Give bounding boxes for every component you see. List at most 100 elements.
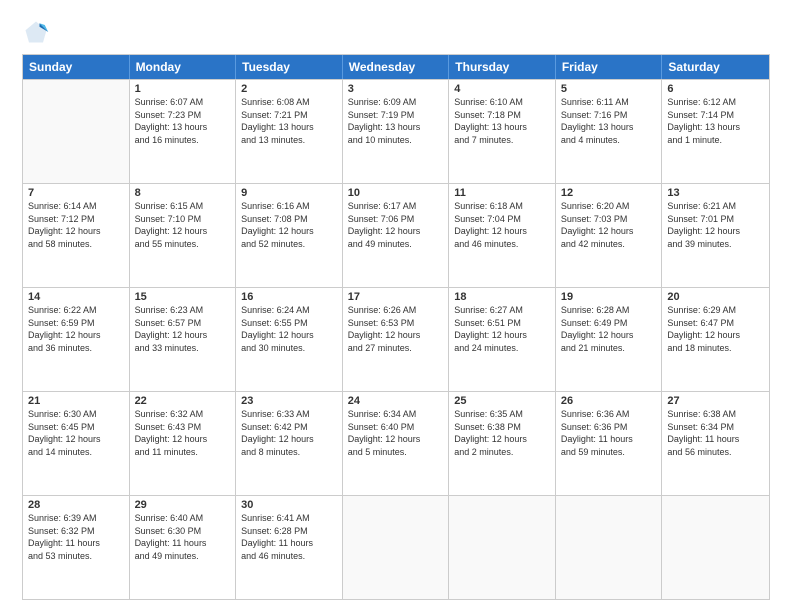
day-info: Sunrise: 6:17 AM Sunset: 7:06 PM Dayligh… <box>348 200 444 250</box>
day-cell-7: 7Sunrise: 6:14 AM Sunset: 7:12 PM Daylig… <box>23 184 130 287</box>
header-day-wednesday: Wednesday <box>343 55 450 79</box>
calendar-header-row: SundayMondayTuesdayWednesdayThursdayFrid… <box>23 55 769 79</box>
day-number: 18 <box>454 291 550 303</box>
day-info: Sunrise: 6:09 AM Sunset: 7:19 PM Dayligh… <box>348 96 444 146</box>
day-cell-3: 3Sunrise: 6:09 AM Sunset: 7:19 PM Daylig… <box>343 80 450 183</box>
day-info: Sunrise: 6:39 AM Sunset: 6:32 PM Dayligh… <box>28 512 124 562</box>
day-cell-13: 13Sunrise: 6:21 AM Sunset: 7:01 PM Dayli… <box>662 184 769 287</box>
day-number: 4 <box>454 83 550 95</box>
header-day-monday: Monday <box>130 55 237 79</box>
day-cell-19: 19Sunrise: 6:28 AM Sunset: 6:49 PM Dayli… <box>556 288 663 391</box>
day-number: 24 <box>348 395 444 407</box>
day-info: Sunrise: 6:35 AM Sunset: 6:38 PM Dayligh… <box>454 408 550 458</box>
day-cell-9: 9Sunrise: 6:16 AM Sunset: 7:08 PM Daylig… <box>236 184 343 287</box>
day-info: Sunrise: 6:22 AM Sunset: 6:59 PM Dayligh… <box>28 304 124 354</box>
day-info: Sunrise: 6:08 AM Sunset: 7:21 PM Dayligh… <box>241 96 337 146</box>
day-number: 11 <box>454 187 550 199</box>
day-info: Sunrise: 6:11 AM Sunset: 7:16 PM Dayligh… <box>561 96 657 146</box>
day-number: 3 <box>348 83 444 95</box>
header-day-sunday: Sunday <box>23 55 130 79</box>
logo-icon <box>22 18 50 46</box>
day-cell-26: 26Sunrise: 6:36 AM Sunset: 6:36 PM Dayli… <box>556 392 663 495</box>
day-cell-24: 24Sunrise: 6:34 AM Sunset: 6:40 PM Dayli… <box>343 392 450 495</box>
week-row-2: 7Sunrise: 6:14 AM Sunset: 7:12 PM Daylig… <box>23 183 769 287</box>
day-cell-11: 11Sunrise: 6:18 AM Sunset: 7:04 PM Dayli… <box>449 184 556 287</box>
day-cell-14: 14Sunrise: 6:22 AM Sunset: 6:59 PM Dayli… <box>23 288 130 391</box>
day-info: Sunrise: 6:30 AM Sunset: 6:45 PM Dayligh… <box>28 408 124 458</box>
empty-cell <box>449 496 556 599</box>
logo <box>22 18 54 46</box>
day-number: 13 <box>667 187 764 199</box>
day-number: 7 <box>28 187 124 199</box>
day-info: Sunrise: 6:26 AM Sunset: 6:53 PM Dayligh… <box>348 304 444 354</box>
day-cell-27: 27Sunrise: 6:38 AM Sunset: 6:34 PM Dayli… <box>662 392 769 495</box>
day-number: 19 <box>561 291 657 303</box>
empty-cell <box>662 496 769 599</box>
header-day-friday: Friday <box>556 55 663 79</box>
day-info: Sunrise: 6:33 AM Sunset: 6:42 PM Dayligh… <box>241 408 337 458</box>
day-number: 2 <box>241 83 337 95</box>
day-cell-12: 12Sunrise: 6:20 AM Sunset: 7:03 PM Dayli… <box>556 184 663 287</box>
day-cell-16: 16Sunrise: 6:24 AM Sunset: 6:55 PM Dayli… <box>236 288 343 391</box>
header-day-saturday: Saturday <box>662 55 769 79</box>
day-cell-22: 22Sunrise: 6:32 AM Sunset: 6:43 PM Dayli… <box>130 392 237 495</box>
day-info: Sunrise: 6:12 AM Sunset: 7:14 PM Dayligh… <box>667 96 764 146</box>
day-cell-21: 21Sunrise: 6:30 AM Sunset: 6:45 PM Dayli… <box>23 392 130 495</box>
day-info: Sunrise: 6:40 AM Sunset: 6:30 PM Dayligh… <box>135 512 231 562</box>
day-info: Sunrise: 6:07 AM Sunset: 7:23 PM Dayligh… <box>135 96 231 146</box>
day-info: Sunrise: 6:28 AM Sunset: 6:49 PM Dayligh… <box>561 304 657 354</box>
day-cell-1: 1Sunrise: 6:07 AM Sunset: 7:23 PM Daylig… <box>130 80 237 183</box>
day-cell-15: 15Sunrise: 6:23 AM Sunset: 6:57 PM Dayli… <box>130 288 237 391</box>
day-info: Sunrise: 6:20 AM Sunset: 7:03 PM Dayligh… <box>561 200 657 250</box>
day-number: 29 <box>135 499 231 511</box>
day-number: 6 <box>667 83 764 95</box>
week-row-3: 14Sunrise: 6:22 AM Sunset: 6:59 PM Dayli… <box>23 287 769 391</box>
day-info: Sunrise: 6:34 AM Sunset: 6:40 PM Dayligh… <box>348 408 444 458</box>
day-info: Sunrise: 6:23 AM Sunset: 6:57 PM Dayligh… <box>135 304 231 354</box>
day-number: 1 <box>135 83 231 95</box>
day-cell-4: 4Sunrise: 6:10 AM Sunset: 7:18 PM Daylig… <box>449 80 556 183</box>
day-cell-25: 25Sunrise: 6:35 AM Sunset: 6:38 PM Dayli… <box>449 392 556 495</box>
day-number: 26 <box>561 395 657 407</box>
day-info: Sunrise: 6:15 AM Sunset: 7:10 PM Dayligh… <box>135 200 231 250</box>
day-info: Sunrise: 6:18 AM Sunset: 7:04 PM Dayligh… <box>454 200 550 250</box>
day-number: 17 <box>348 291 444 303</box>
week-row-5: 28Sunrise: 6:39 AM Sunset: 6:32 PM Dayli… <box>23 495 769 599</box>
day-number: 20 <box>667 291 764 303</box>
day-info: Sunrise: 6:32 AM Sunset: 6:43 PM Dayligh… <box>135 408 231 458</box>
week-row-4: 21Sunrise: 6:30 AM Sunset: 6:45 PM Dayli… <box>23 391 769 495</box>
day-info: Sunrise: 6:14 AM Sunset: 7:12 PM Dayligh… <box>28 200 124 250</box>
week-row-1: 1Sunrise: 6:07 AM Sunset: 7:23 PM Daylig… <box>23 79 769 183</box>
day-cell-10: 10Sunrise: 6:17 AM Sunset: 7:06 PM Dayli… <box>343 184 450 287</box>
day-number: 23 <box>241 395 337 407</box>
day-cell-30: 30Sunrise: 6:41 AM Sunset: 6:28 PM Dayli… <box>236 496 343 599</box>
day-cell-8: 8Sunrise: 6:15 AM Sunset: 7:10 PM Daylig… <box>130 184 237 287</box>
day-cell-18: 18Sunrise: 6:27 AM Sunset: 6:51 PM Dayli… <box>449 288 556 391</box>
calendar: SundayMondayTuesdayWednesdayThursdayFrid… <box>22 54 770 600</box>
day-number: 9 <box>241 187 337 199</box>
day-number: 25 <box>454 395 550 407</box>
header-day-tuesday: Tuesday <box>236 55 343 79</box>
day-cell-6: 6Sunrise: 6:12 AM Sunset: 7:14 PM Daylig… <box>662 80 769 183</box>
day-number: 21 <box>28 395 124 407</box>
day-number: 30 <box>241 499 337 511</box>
day-info: Sunrise: 6:29 AM Sunset: 6:47 PM Dayligh… <box>667 304 764 354</box>
day-info: Sunrise: 6:16 AM Sunset: 7:08 PM Dayligh… <box>241 200 337 250</box>
day-number: 15 <box>135 291 231 303</box>
calendar-body: 1Sunrise: 6:07 AM Sunset: 7:23 PM Daylig… <box>23 79 769 599</box>
day-info: Sunrise: 6:41 AM Sunset: 6:28 PM Dayligh… <box>241 512 337 562</box>
day-cell-5: 5Sunrise: 6:11 AM Sunset: 7:16 PM Daylig… <box>556 80 663 183</box>
day-number: 12 <box>561 187 657 199</box>
day-cell-23: 23Sunrise: 6:33 AM Sunset: 6:42 PM Dayli… <box>236 392 343 495</box>
header-day-thursday: Thursday <box>449 55 556 79</box>
page: SundayMondayTuesdayWednesdayThursdayFrid… <box>0 0 792 612</box>
day-number: 10 <box>348 187 444 199</box>
empty-cell <box>23 80 130 183</box>
day-number: 14 <box>28 291 124 303</box>
day-number: 16 <box>241 291 337 303</box>
day-cell-20: 20Sunrise: 6:29 AM Sunset: 6:47 PM Dayli… <box>662 288 769 391</box>
day-info: Sunrise: 6:38 AM Sunset: 6:34 PM Dayligh… <box>667 408 764 458</box>
day-cell-17: 17Sunrise: 6:26 AM Sunset: 6:53 PM Dayli… <box>343 288 450 391</box>
header <box>22 18 770 46</box>
day-info: Sunrise: 6:21 AM Sunset: 7:01 PM Dayligh… <box>667 200 764 250</box>
